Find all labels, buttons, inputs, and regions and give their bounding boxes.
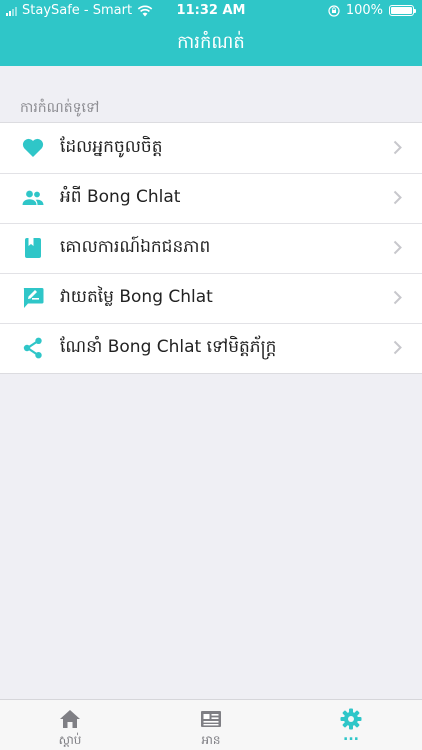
tab-label: ស្តាប់ <box>58 733 82 747</box>
wifi-icon <box>137 4 153 16</box>
battery-icon <box>389 5 416 16</box>
chevron-right-icon <box>393 290 402 305</box>
settings-item-privacy-policy[interactable]: គោលការណ៍ឯកជនភាព <box>0 223 422 273</box>
settings-item-label: គោលការណ៍ឯកជនភាព <box>60 236 211 257</box>
settings-item-label: ណែនាំ Bong Chlat ទៅមិត្តភ័ក្រ្ត <box>60 336 277 357</box>
status-right: 100% <box>328 3 416 18</box>
section-header: ការកំណត់ទូទៅ <box>20 100 100 116</box>
app-header: StaySafe - Smart 11:32 AM 100% ការកំណត់ <box>0 0 422 66</box>
settings-list: ដែលអ្នកចូលចិត្ត អំពី Bong Chlat គោលការណ៍… <box>0 122 422 374</box>
settings-item-about[interactable]: អំពី Bong Chlat <box>0 173 422 223</box>
heart-icon <box>22 138 44 157</box>
tab-listen[interactable]: ស្តាប់ <box>30 700 110 750</box>
book-icon <box>25 238 41 258</box>
settings-item-share[interactable]: ណែនាំ Bong Chlat ទៅមិត្តភ័ក្រ្ត <box>0 323 422 373</box>
signal-icon <box>6 6 17 16</box>
chevron-right-icon <box>393 190 402 205</box>
rotation-lock-icon <box>328 4 340 17</box>
tab-settings[interactable]: ... <box>311 700 391 750</box>
news-icon <box>201 711 221 727</box>
home-icon <box>60 710 80 728</box>
rate-icon <box>23 288 44 308</box>
settings-item-label: អំពី Bong Chlat <box>60 186 181 207</box>
tab-read[interactable]: អាន <box>171 700 251 750</box>
page-title: ការកំណត់ <box>177 32 245 53</box>
carrier-label: StaySafe - Smart <box>22 3 133 18</box>
status-bar: StaySafe - Smart 11:32 AM 100% <box>0 0 422 22</box>
chevron-right-icon <box>393 140 402 155</box>
battery-percent: 100% <box>345 3 383 18</box>
settings-item-label: ដែលអ្នកចូលចិត្ត <box>60 136 163 157</box>
settings-item-rate-app[interactable]: វាយតម្លៃ Bong Chlat <box>0 273 422 323</box>
people-icon <box>22 190 44 205</box>
status-left: StaySafe - Smart <box>6 3 153 18</box>
chevron-right-icon <box>393 340 402 355</box>
chevron-right-icon <box>393 240 402 255</box>
share-icon <box>23 337 42 359</box>
tab-label: អាន <box>201 733 221 747</box>
tab-label: ... <box>343 728 359 744</box>
settings-item-label: វាយតម្លៃ Bong Chlat <box>60 286 213 307</box>
settings-item-favorites[interactable]: ដែលអ្នកចូលចិត្ត <box>0 123 422 173</box>
tab-bar: ស្តាប់ អាន ... <box>0 699 422 750</box>
